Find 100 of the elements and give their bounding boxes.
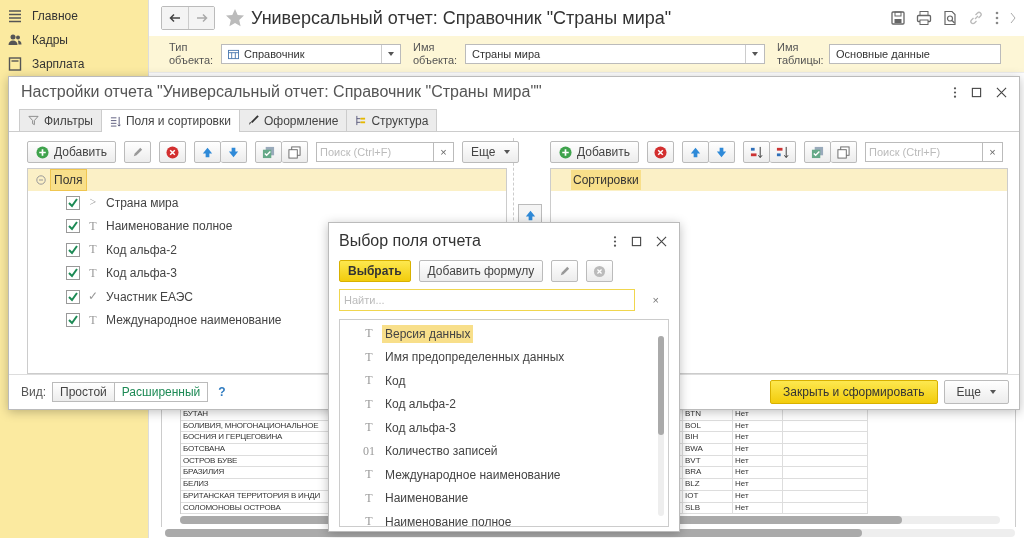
checkbox[interactable] xyxy=(66,242,80,257)
delete-icon xyxy=(593,264,607,278)
table-cell: BVT xyxy=(683,455,733,467)
select-field[interactable]: Страны мира xyxy=(465,44,765,64)
sort-ascending-icon xyxy=(750,145,764,159)
tab[interactable]: Поля и сортировки xyxy=(100,109,240,132)
type-mark: ✓ xyxy=(87,289,99,305)
tree-item[interactable]: Код альфа-3 xyxy=(106,266,177,281)
more-icon[interactable] xyxy=(994,10,1000,26)
more-button[interactable]: Еще xyxy=(462,141,520,163)
maximize-icon[interactable] xyxy=(631,235,642,247)
tree-item[interactable]: Код альфа-2 xyxy=(106,242,177,257)
dialog-title: Выбор поля отчета xyxy=(339,232,481,250)
table-cell: Нет xyxy=(733,467,783,479)
clear-button[interactable]: × xyxy=(652,294,659,306)
checkbox[interactable] xyxy=(66,313,80,328)
tab[interactable]: Оформление xyxy=(238,109,348,131)
view-toggle[interactable]: Расширенный xyxy=(114,382,209,402)
close-icon[interactable] xyxy=(996,86,1007,98)
tab[interactable]: Структура xyxy=(346,109,438,131)
checked-boxes-icon xyxy=(811,145,825,159)
tree-item[interactable]: Участник ЕАЭС xyxy=(106,289,193,304)
dialog-title: Настройки отчета "Универсальный отчет: Справочник "Страны мира"" xyxy=(21,83,542,101)
move-up-button[interactable] xyxy=(682,141,710,163)
sidebar-item[interactable]: Главное xyxy=(32,9,78,23)
edit-button[interactable] xyxy=(551,260,579,282)
scrollbar[interactable] xyxy=(658,336,664,516)
select-field[interactable]: Справочник xyxy=(221,44,401,64)
tree-item[interactable]: Поля xyxy=(50,169,87,191)
type-mark: T xyxy=(88,242,98,258)
table-cell: BOL xyxy=(683,420,733,432)
close-icon[interactable] xyxy=(656,235,667,247)
delete-button[interactable] xyxy=(647,141,675,163)
table-cell: Нет xyxy=(733,432,783,444)
clear-button[interactable]: × xyxy=(983,142,1004,162)
table-icon xyxy=(228,48,239,60)
search-field[interactable]: Поиск (Ctrl+F) xyxy=(865,142,984,162)
filter-icon xyxy=(28,115,39,126)
uncheck-all-button[interactable] xyxy=(831,141,858,163)
add-button[interactable]: Добавить xyxy=(27,141,117,163)
check-all-button[interactable] xyxy=(255,141,283,163)
brush-icon xyxy=(247,115,259,126)
checkbox[interactable] xyxy=(66,219,80,234)
sidebar-item[interactable]: Кадры xyxy=(32,33,68,47)
select-button[interactable]: Выбрать xyxy=(339,260,411,282)
move-down-button[interactable] xyxy=(221,141,248,163)
star-icon[interactable] xyxy=(225,8,245,28)
uncheck-all-button[interactable] xyxy=(282,141,309,163)
save-icon[interactable] xyxy=(890,10,906,26)
search-field[interactable]: Найти... xyxy=(339,289,635,311)
checkbox[interactable] xyxy=(66,289,80,304)
columns-icon xyxy=(109,115,121,127)
check-all-button[interactable] xyxy=(804,141,832,163)
plus-icon xyxy=(36,145,49,159)
tree-item[interactable]: Страна мира xyxy=(106,195,179,210)
clear-button[interactable]: × xyxy=(434,142,455,162)
input-field[interactable]: Основные данные xyxy=(829,44,1001,64)
tree-item[interactable]: Наименование полное xyxy=(106,219,233,234)
list-item[interactable]: Наименование полное xyxy=(382,512,515,526)
list-item[interactable]: Код xyxy=(382,371,409,390)
table-cell: BWA xyxy=(683,444,733,455)
close-and-run-button[interactable]: Закрыть и сформировать xyxy=(770,380,938,404)
print-icon[interactable] xyxy=(916,10,932,26)
field-label: Имя объекта: xyxy=(413,41,459,67)
forward-arrow-icon xyxy=(195,13,208,23)
checkbox[interactable] xyxy=(66,195,80,210)
menu-icon[interactable] xyxy=(8,9,22,23)
more-button[interactable]: Еще xyxy=(943,380,1009,404)
back-button[interactable] xyxy=(162,7,188,29)
view-toggle[interactable]: Простой xyxy=(52,382,115,402)
add-formula-button[interactable]: Добавить формулу xyxy=(418,260,544,282)
type-mark: T xyxy=(364,326,374,342)
tree-item[interactable]: Международное наименование xyxy=(106,313,282,328)
edit-button[interactable] xyxy=(124,141,152,163)
delete-button[interactable] xyxy=(159,141,187,163)
search-field[interactable]: Поиск (Ctrl+F) xyxy=(316,142,435,162)
sidebar-item[interactable]: Зарплата xyxy=(32,57,85,71)
type-mark: T xyxy=(364,396,374,412)
maximize-icon[interactable] xyxy=(971,86,982,98)
list-item[interactable]: Версия данных xyxy=(382,324,474,343)
checkbox[interactable] xyxy=(66,266,80,281)
add-button[interactable]: Добавить xyxy=(550,141,640,163)
move-down-button[interactable] xyxy=(709,141,736,163)
table-cell: Нет xyxy=(733,455,783,467)
view-label: Вид: xyxy=(21,385,47,399)
tab[interactable]: Фильтры xyxy=(19,109,102,131)
preview-icon[interactable] xyxy=(942,10,958,26)
sort-ascending-button[interactable] xyxy=(743,141,771,163)
table-cell: BIH xyxy=(683,432,733,444)
more-icon[interactable] xyxy=(953,85,957,99)
list-item[interactable]: Имя предопределенных данных xyxy=(382,348,568,367)
table-cell: Нет xyxy=(733,479,783,490)
table-cell: IOT xyxy=(683,490,733,502)
more-icon[interactable] xyxy=(613,234,617,248)
sort-descending-button[interactable] xyxy=(770,141,797,163)
people-icon[interactable] xyxy=(8,33,22,47)
move-up-button[interactable] xyxy=(194,141,222,163)
back-arrow-icon xyxy=(169,13,181,23)
help-link[interactable]: ? xyxy=(218,385,226,399)
table-cell: SLB xyxy=(683,502,733,514)
